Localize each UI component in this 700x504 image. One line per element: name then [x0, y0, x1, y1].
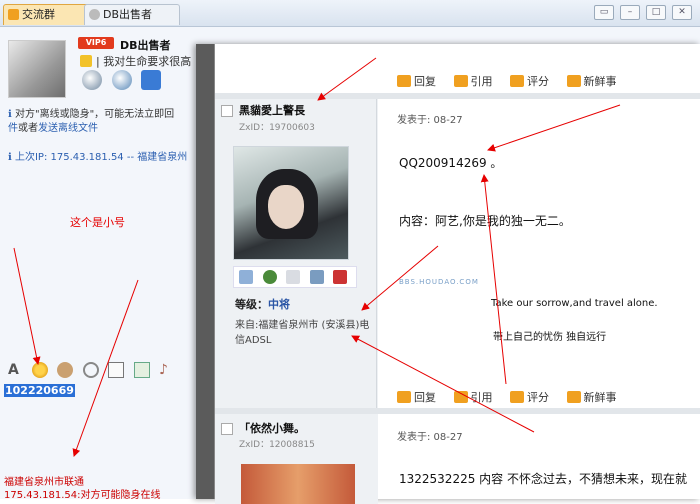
contact-status-icon [89, 9, 100, 20]
post2-posted-time: 发表于: 08-27 [397, 432, 463, 443]
last-ip-text: 上次IP: 175.43.181.54 -- 福建省泉州 [14, 152, 188, 163]
post1-level: 等级：中将 [235, 296, 290, 312]
reply-icon [397, 75, 411, 87]
quote-label: 引用 [470, 75, 493, 88]
reply-label: 回复 [414, 391, 436, 404]
quote-icon [453, 391, 468, 403]
edit-icon[interactable] [108, 362, 124, 378]
contact-avatar[interactable] [8, 40, 66, 98]
close-button[interactable]: ✕ [672, 5, 692, 20]
post2-zxid: ZxID：12008815 [239, 440, 315, 450]
rate-label: 评分 [527, 75, 549, 88]
group-icon [8, 9, 19, 20]
annotation-small-account: 这个是小号 [70, 216, 125, 229]
tab-bar: 交流群 DB出售者 ▭ – □ ✕ [0, 0, 700, 27]
rate-button[interactable]: 评分 [510, 389, 549, 405]
voice-call-icon[interactable] [111, 70, 132, 90]
forum-page: 回复 引用 评分 新鲜事 黑貓愛上警長 ZxID：19700603 等级：中将 … [214, 44, 700, 504]
post2-avatar-photo[interactable] [241, 464, 355, 504]
tab-group-chat[interactable]: 交流群 [3, 4, 89, 25]
contact-status-line: | 我对生命要求很高 [96, 53, 191, 69]
post1-avatar-photo[interactable] [233, 146, 349, 260]
offline-notice: ℹ 对方"离线或隐身"，可能无法立即回 件或者发送离线文件 [8, 108, 204, 136]
news-icon [566, 75, 581, 87]
quote-label: 引用 [470, 391, 493, 404]
post1-username[interactable]: 黑貓愛上警長 [239, 102, 305, 118]
level-label: 等级： [235, 298, 268, 311]
rate-icon [510, 75, 524, 87]
input-toolbar: A ♪ [8, 362, 181, 378]
last-ip-line: ℹ 上次IP: 175.43.181.54 -- 福建省泉州 [8, 148, 187, 163]
news-icon [566, 391, 581, 403]
post1-from: 来自:福建省泉州市 (安溪县)电信ADSL [235, 320, 370, 346]
minimize-button[interactable]: – [620, 5, 640, 20]
maximize-button[interactable]: □ [646, 5, 666, 20]
card-icon[interactable] [309, 270, 324, 284]
contact-name: DB出售者 [120, 39, 171, 52]
post1-zxid: ZxID：19700603 [239, 123, 315, 133]
news-button[interactable]: 新鲜事 [566, 73, 617, 89]
user-icon [221, 423, 233, 435]
post1-posted-time: 发表于: 08-27 [397, 115, 463, 126]
notice-text: 对方"离线或隐身"，可能无法立即回 [14, 109, 175, 120]
music-icon[interactable]: ♪ [159, 362, 175, 378]
post1-watermark: BBS.HOUDAO.COM [399, 278, 479, 286]
add-friend-icon[interactable] [262, 270, 277, 284]
forum-window: 回复 引用 评分 新鲜事 黑貓愛上警長 ZxID：19700603 等级：中将 … [196, 44, 700, 504]
reply-button[interactable]: 回复 [397, 73, 436, 89]
gift-icon[interactable] [333, 270, 347, 284]
user-icon [221, 105, 233, 117]
post0-actions: 回复 引用 评分 新鲜事 [397, 73, 631, 89]
video-call-icon[interactable] [82, 70, 102, 90]
call-icon-group [82, 70, 167, 93]
info-icon: ℹ [8, 109, 15, 120]
rate-label: 评分 [527, 391, 549, 404]
user-action-icons [233, 266, 357, 288]
send-offline-file-link[interactable]: 发送离线文件 [38, 123, 98, 134]
restore-button[interactable]: ▭ [594, 5, 614, 20]
post1-content: 内容：阿艺,你是我的独一无二。 [399, 214, 571, 228]
contact-status-text: 我对生命要求很高 [103, 55, 192, 68]
magic-face-icon[interactable] [57, 362, 73, 378]
post1-signature-en: Take our sorrow,and travel alone. [491, 298, 658, 309]
news-button[interactable]: 新鲜事 [566, 389, 617, 405]
reply-label: 回复 [414, 75, 436, 88]
rate-icon [510, 391, 524, 403]
vip-badge: VIP6 [78, 37, 114, 49]
message-icon[interactable] [239, 270, 253, 284]
notice-link-file[interactable]: 件 [8, 123, 18, 134]
notice-text-or: 或者 [18, 123, 38, 134]
level-value: 中将 [268, 298, 290, 311]
selected-qq-number[interactable]: 102220669 [4, 384, 75, 397]
reply-button[interactable]: 回复 [397, 389, 436, 405]
image-icon[interactable] [133, 362, 150, 378]
font-icon[interactable]: A [8, 362, 22, 378]
post1-signature-cn: 带上自己的忧伤 独自远行 [493, 332, 607, 343]
shake-icon[interactable] [82, 362, 99, 378]
profile-icon[interactable] [286, 270, 300, 284]
rate-button[interactable]: 评分 [510, 73, 549, 89]
news-label: 新鲜事 [583, 75, 617, 88]
post1-qq-line: QQ200914269 。 [399, 156, 503, 170]
emoji-icon[interactable] [31, 362, 48, 378]
quote-button[interactable]: 引用 [453, 73, 493, 89]
post2-username[interactable]: 「依然小舞。 [239, 420, 305, 436]
tab-label: 交流群 [22, 8, 55, 21]
send-file-icon[interactable] [141, 70, 161, 90]
news-label: 新鲜事 [583, 391, 617, 404]
info-icon: ℹ [8, 152, 15, 163]
quote-button[interactable]: 引用 [453, 389, 493, 405]
quote-icon [453, 75, 468, 87]
tab-db-seller[interactable]: DB出售者 [84, 4, 180, 25]
star-icon [80, 55, 92, 67]
reply-icon [397, 391, 411, 403]
post1-actions: 回复 引用 评分 新鲜事 [397, 389, 631, 405]
tab-label: DB出售者 [103, 8, 153, 21]
photo-face [268, 185, 304, 229]
post2-content: 1322532225 内容 不怀念过去，不猜想未来，现在就 [399, 472, 687, 486]
